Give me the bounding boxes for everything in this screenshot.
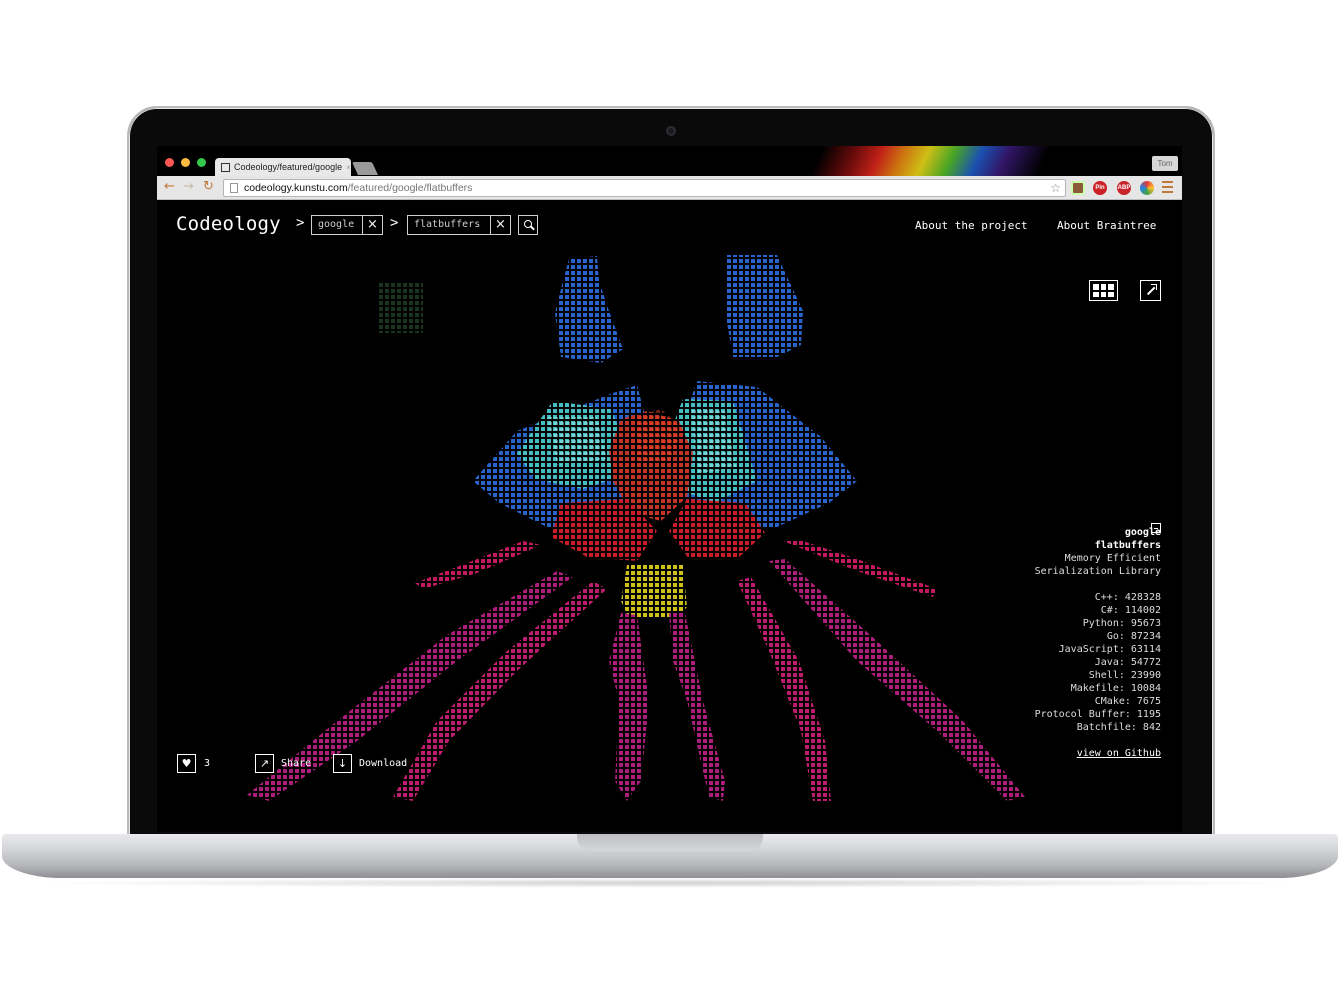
reload-icon[interactable]: ↻ — [203, 180, 214, 194]
clear-repo-button[interactable]: × — [490, 216, 510, 234]
language-row: Java: 54772 — [1094, 657, 1161, 668]
breadcrumb-repo-label[interactable]: flatbuffers — [408, 216, 490, 234]
pinterest-extension[interactable]: Pin — [1093, 181, 1107, 195]
tab-strip: Codeology/featured/google × Tom — [157, 146, 1182, 176]
language-list: C++: 428328 C#: 114002 Python: 95673 Go: 87… — [1035, 591, 1161, 734]
share-icon: ↗ — [259, 757, 270, 770]
like-count: 3 — [204, 758, 211, 769]
download-button[interactable]: ↓ — [333, 754, 352, 773]
breadcrumb-owner-label[interactable]: google — [312, 216, 362, 234]
minimize-window-button[interactable] — [181, 158, 190, 167]
instagram-icon[interactable] — [1071, 181, 1085, 195]
download-icon: ↓ — [337, 757, 348, 770]
repo-owner: google — [1124, 527, 1161, 538]
fullscreen-icon[interactable] — [1140, 280, 1161, 301]
heart-icon: ♥ — [181, 757, 192, 770]
page-content: Codeology > google × > flatbuffers × Abo… — [157, 201, 1182, 832]
new-tab-button[interactable] — [351, 162, 379, 175]
language-row: Python: 95673 — [1082, 618, 1161, 629]
dim-glyph-block — [377, 283, 423, 333]
language-row: C#: 114002 — [1100, 605, 1161, 616]
forward-arrow-icon[interactable]: → — [183, 180, 194, 194]
browser-toolbar: ← → ↻ codeology.kunstu.com/featured/goog… — [157, 176, 1182, 200]
bookmark-star-icon[interactable]: ☆ — [1050, 180, 1061, 196]
url-host: codeology.kunstu.com — [244, 182, 348, 194]
language-row: Protocol Buffer: 1195 — [1034, 709, 1161, 720]
language-row: Batchfile: 842 — [1076, 722, 1161, 733]
about-project-link[interactable]: About the project — [915, 219, 1028, 232]
tab-codeology[interactable]: Codeology/featured/google × — [215, 158, 351, 176]
tab-title: Codeology/featured/google — [234, 162, 343, 172]
repo-name: flatbuffers — [1094, 540, 1161, 551]
code-visualization[interactable] — [217, 241, 1077, 801]
adblock-extension[interactable]: ABP — [1117, 181, 1131, 195]
window-controls — [165, 158, 206, 167]
leg-center-right — [669, 613, 725, 801]
laptop-shadow — [30, 878, 1310, 888]
share-label[interactable]: Share — [281, 758, 311, 769]
close-window-button[interactable] — [165, 158, 174, 167]
breadcrumb-repo: flatbuffers × — [407, 215, 511, 235]
tab-close-button[interactable]: × — [346, 163, 351, 172]
menu-icon[interactable] — [1162, 181, 1173, 196]
language-row: Shell: 23990 — [1088, 670, 1161, 681]
download-label[interactable]: Download — [359, 758, 407, 769]
maximize-window-button[interactable] — [197, 158, 206, 167]
language-row: C++: 428328 — [1094, 592, 1161, 603]
language-row: JavaScript: 63114 — [1058, 644, 1161, 655]
like-button[interactable]: ♥ — [177, 754, 196, 773]
favicon-icon — [221, 162, 230, 172]
clear-owner-button[interactable]: × — [362, 216, 382, 234]
profile-button[interactable]: Tom — [1152, 156, 1178, 171]
leg-center-left — [609, 613, 649, 801]
share-button[interactable]: ↗ — [255, 754, 274, 773]
laptop-notch — [577, 834, 763, 851]
back-arrow-icon[interactable]: ← — [164, 180, 175, 194]
antenna-left — [555, 256, 623, 363]
url-path: /featured/google/flatbuffers — [347, 182, 473, 194]
grid-view-icon[interactable] — [1089, 280, 1118, 301]
language-row: CMake: 7675 — [1094, 696, 1161, 707]
address-bar[interactable]: codeology.kunstu.com/featured/google/fla… — [223, 179, 1066, 197]
about-braintree-link[interactable]: About Braintree — [1057, 219, 1156, 232]
camera-icon — [666, 126, 676, 136]
wing-highlight-left — [547, 417, 607, 465]
screen: Codeology/featured/google × Tom ← → ↻ co… — [157, 146, 1182, 832]
repo-description: Memory Efficient — [1064, 553, 1161, 564]
breadcrumb-owner: google × — [311, 215, 383, 235]
breadcrumb-separator: > — [296, 215, 305, 231]
belly — [621, 565, 687, 619]
color-picker-icon[interactable] — [1140, 181, 1154, 195]
page-icon — [230, 183, 238, 193]
language-row: Makefile: 10084 — [1070, 683, 1161, 694]
feeler-left — [415, 541, 541, 589]
browser-theme — [757, 146, 1077, 176]
breadcrumb-separator: > — [390, 215, 399, 231]
repo-description: Serialization Library — [1034, 566, 1161, 577]
repo-info-panel: google flatbuffers Memory Efficient Seri… — [1035, 526, 1161, 760]
antenna-right — [725, 255, 803, 357]
search-icon[interactable] — [518, 215, 538, 235]
language-row: Go: 87234 — [1106, 631, 1161, 642]
github-link[interactable]: view on Github — [1077, 747, 1161, 760]
site-logo[interactable]: Codeology — [176, 213, 281, 235]
